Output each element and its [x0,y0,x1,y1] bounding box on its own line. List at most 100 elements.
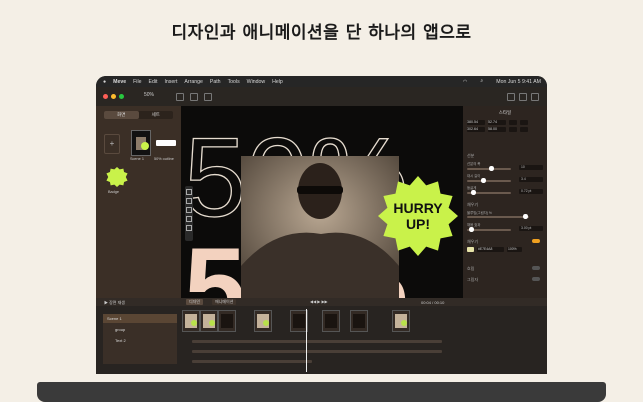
round-slider[interactable] [467,190,511,195]
x-field[interactable]: 380.54 [467,120,485,125]
badge-thumbnail[interactable] [106,167,128,187]
y-field[interactable]: 52.74 [488,120,506,125]
track-bar[interactable] [192,350,442,353]
zoom-level[interactable]: 50% [144,92,154,98]
round-value[interactable]: 0.72 pt [519,189,543,194]
align-center-button[interactable] [520,120,528,125]
timeline-frames[interactable] [182,310,516,332]
pen-icon[interactable] [186,216,192,222]
h-field[interactable]: 58.00 [488,127,506,132]
zoom-window-button[interactable] [119,94,124,99]
apple-icon[interactable]: ● [103,79,106,85]
frame-thumbnail[interactable] [200,310,218,332]
tab-sets[interactable]: 세트 [139,111,174,119]
close-window-button[interactable] [103,94,108,99]
style-inspector: 스타일 380.54 52.74 302.64 58.00 선분 선분의 폭 1… [463,106,547,298]
menu-bar: ● Meve File Edit Insert Arrange Path Too… [96,76,547,87]
asset-sidebar: 화면 세트 + Scene 1 50% outline Badge [96,106,181,298]
slider-thumb[interactable] [481,178,486,183]
stroke-width-value[interactable]: 10 [519,165,543,170]
search-icon[interactable]: ⌕ [480,78,483,85]
frame-thumbnail[interactable] [322,310,340,332]
clock[interactable]: Mon Jun 5 9:41 AM [496,79,541,85]
inspector-toggle-icon[interactable] [519,93,527,101]
menu-tools[interactable]: Tools [228,79,240,85]
layer-item[interactable]: Text 2 [103,336,177,345]
fill-effect-label: 채움 효과 [467,223,481,227]
animation-mode-button[interactable]: 애니메이션 [212,299,237,305]
ellipse-tool-icon[interactable] [186,207,192,213]
badge-line-1: HURRY [393,200,443,216]
layer-item[interactable]: group [103,325,177,334]
menu-help[interactable]: Help [272,79,283,85]
fill-effect-slider[interactable] [467,227,511,232]
frame-thumbnail[interactable] [392,310,410,332]
w-field[interactable]: 302.64 [467,127,485,132]
portrait-sunglasses [297,186,343,194]
design-canvas[interactable]: 50% 50% HURRY UP! [181,106,463,298]
slider-thumb[interactable] [471,190,476,195]
scene-thumb-art [136,137,149,150]
add-scene-button[interactable]: + [104,134,120,154]
rotate-button[interactable] [520,127,528,132]
fill-color-swatch[interactable] [467,247,474,252]
frame-thumbnail[interactable] [254,310,272,332]
stroke-width-label: 선분의 폭 [467,162,481,166]
window-toolbar: 50% [96,87,547,107]
play-scene-button[interactable]: ▶ 장면 재생 [104,300,125,306]
blur-toggle[interactable] [532,266,540,270]
fill-hex-field[interactable]: #E7E4A8 [477,247,504,252]
design-mode-button[interactable]: 디자인 [186,299,204,305]
dash-length-value[interactable]: 3.4 [519,177,543,182]
menu-arrange[interactable]: Arrange [184,79,202,85]
scene-thumbnail[interactable] [131,130,151,156]
menu-window[interactable]: Window [247,79,265,85]
tab-screens[interactable]: 화면 [104,111,139,119]
select-tool-icon[interactable] [186,189,192,195]
stroke-section: 선분 [467,153,475,158]
frame-thumbnail[interactable] [182,310,200,332]
y-value: 52.74 [488,120,497,124]
minimize-window-button[interactable] [111,94,116,99]
fill-effect-value[interactable]: 3.00 pt [519,226,543,231]
shape-tool-icon[interactable] [176,93,184,101]
x-value: 380.54 [467,120,478,124]
frame-thumbnail[interactable] [350,310,368,332]
rectangle-tool-icon[interactable] [186,198,192,204]
stroke-width-slider[interactable] [467,166,511,171]
promo-headline: 디자인과 애니메이션을 단 하나의 앱으로 [171,23,472,43]
rewind-icon[interactable]: ◀◀ ▶ ▶▶ [310,299,328,304]
scene-thumb-label: Scene 1 [130,157,144,161]
sidebar-tabs: 화면 세트 [104,111,173,119]
inspector-title: 스타일 [498,110,512,115]
text-tool-icon[interactable] [190,93,198,101]
playhead[interactable] [306,309,307,372]
layers-toggle-icon[interactable] [531,93,539,101]
dash-length-slider[interactable] [467,178,511,183]
shadow-toggle[interactable] [532,277,540,281]
track-bar[interactable] [192,340,442,343]
menu-insert[interactable]: Insert [164,79,177,85]
outline-thumbnail[interactable] [156,140,176,146]
menu-edit[interactable]: Edit [148,79,157,85]
slider-thumb[interactable] [489,166,494,171]
flip-button[interactable] [509,127,517,132]
frame-thumbnail[interactable] [218,310,236,332]
fill-opacity-value: 100% [508,247,517,251]
wifi-icon[interactable]: ◠ [463,79,468,85]
fill-section: 채우기 [467,239,479,244]
layer-item[interactable]: Scene 1 [103,314,177,323]
menu-file[interactable]: File [133,79,141,85]
pen-tool-icon[interactable] [204,93,212,101]
blooming-slider[interactable] [467,214,529,219]
align-left-button[interactable] [509,120,517,125]
hand-tool-icon[interactable] [186,225,192,231]
share-icon[interactable] [507,93,515,101]
track-bar[interactable] [192,360,312,363]
menu-path[interactable]: Path [210,79,221,85]
fill-toggle[interactable] [532,239,540,243]
menu-app-name[interactable]: Meve [113,79,126,85]
fill-opacity-field[interactable]: 100% [507,247,522,252]
slider-thumb[interactable] [523,214,528,219]
slider-thumb[interactable] [469,227,474,232]
